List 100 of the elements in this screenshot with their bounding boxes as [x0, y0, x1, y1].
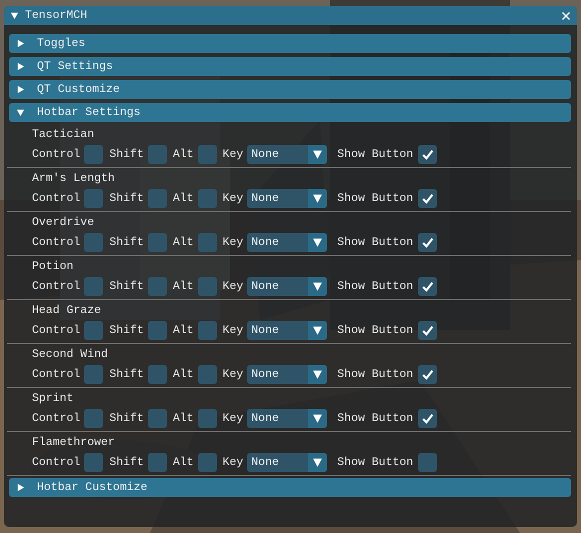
- checkmark-icon: [421, 368, 434, 381]
- checkbox[interactable]: [148, 365, 167, 384]
- checkbox[interactable]: [198, 321, 217, 340]
- modifier-label: Control: [32, 148, 80, 161]
- modifier-label: Shift: [109, 324, 144, 337]
- action-name: Overdrive: [32, 215, 96, 231]
- checkmark-icon: [421, 192, 434, 205]
- checkbox[interactable]: [148, 453, 167, 472]
- key-label: Key: [222, 148, 244, 161]
- modifier-label: Alt: [172, 324, 194, 337]
- collapsing-header[interactable]: QT Settings: [9, 57, 571, 76]
- collapsing-header[interactable]: QT Customize: [9, 80, 571, 99]
- checkbox[interactable]: [418, 233, 438, 252]
- checkbox[interactable]: [84, 189, 104, 208]
- collapsing-header[interactable]: Hotbar Settings: [9, 103, 571, 122]
- key-dropdown[interactable]: None: [247, 145, 328, 164]
- key-dropdown[interactable]: None: [247, 189, 328, 208]
- action-name: Potion: [32, 259, 74, 275]
- modifier-label: Alt: [172, 368, 194, 381]
- modifier-label: Shift: [109, 236, 144, 249]
- key-label: Key: [222, 192, 244, 205]
- key-dropdown[interactable]: None: [247, 321, 328, 340]
- checkbox[interactable]: [198, 453, 217, 472]
- checkbox[interactable]: [84, 453, 104, 472]
- action-name: Tactician: [32, 127, 96, 143]
- modifier-label: Shift: [109, 148, 144, 161]
- key-label: Key: [222, 280, 244, 293]
- checkmark-icon: [421, 280, 434, 293]
- checkbox[interactable]: [84, 233, 104, 252]
- key-dropdown[interactable]: None: [247, 453, 328, 472]
- checkbox[interactable]: [418, 365, 438, 384]
- collapsing-header[interactable]: Toggles: [9, 34, 571, 53]
- checkmark-icon: [421, 324, 434, 337]
- checkbox[interactable]: [198, 233, 217, 252]
- collapsing-header[interactable]: Hotbar Customize: [9, 478, 571, 497]
- key-dropdown[interactable]: None: [247, 409, 328, 428]
- key-label: Key: [222, 236, 244, 249]
- modifier-label: Control: [32, 192, 80, 205]
- checkbox[interactable]: [418, 189, 438, 208]
- modifier-label: Shift: [109, 192, 144, 205]
- down-arrow-icon: [16, 108, 25, 117]
- show-button-label: Show Button: [337, 280, 414, 293]
- modifier-label: Shift: [109, 456, 144, 469]
- right-arrow-icon: [16, 85, 25, 94]
- checkbox[interactable]: [198, 145, 217, 164]
- modifier-label: Alt: [172, 280, 194, 293]
- right-arrow-icon: [16, 39, 25, 48]
- key-dropdown[interactable]: None: [247, 365, 328, 384]
- checkmark-icon: [421, 412, 434, 425]
- modifier-label: Alt: [172, 412, 194, 425]
- dropdown-arrow-icon: [312, 237, 324, 248]
- show-button-label: Show Button: [337, 368, 414, 381]
- modifier-label: Alt: [172, 456, 194, 469]
- checkbox[interactable]: [198, 189, 217, 208]
- checkbox[interactable]: [198, 277, 217, 296]
- collapse-arrow-icon[interactable]: [10, 11, 19, 20]
- dropdown-arrow-icon: [312, 369, 324, 380]
- dropdown-arrow-icon: [312, 193, 324, 204]
- checkbox[interactable]: [198, 365, 217, 384]
- checkbox[interactable]: [418, 409, 438, 428]
- dropdown-arrow-icon: [312, 149, 324, 160]
- checkbox[interactable]: [418, 453, 438, 472]
- dropdown-arrow-icon: [312, 457, 324, 468]
- modifier-label: Alt: [172, 192, 194, 205]
- checkbox[interactable]: [148, 321, 167, 340]
- show-button-label: Show Button: [337, 192, 414, 205]
- modifier-label: Alt: [172, 236, 194, 249]
- show-button-label: Show Button: [337, 324, 414, 337]
- key-dropdown[interactable]: None: [247, 277, 328, 296]
- checkbox[interactable]: [84, 277, 104, 296]
- checkmark-icon: [421, 148, 434, 161]
- modifier-label: Shift: [109, 280, 144, 293]
- modifier-label: Alt: [172, 148, 194, 161]
- key-dropdown[interactable]: None: [247, 233, 328, 252]
- checkbox[interactable]: [418, 277, 438, 296]
- checkbox[interactable]: [148, 233, 167, 252]
- modifier-label: Control: [32, 412, 80, 425]
- checkbox[interactable]: [148, 277, 167, 296]
- right-arrow-icon: [16, 483, 25, 492]
- modifier-label: Control: [32, 456, 80, 469]
- action-name: Second Wind: [32, 347, 109, 363]
- checkbox[interactable]: [148, 145, 167, 164]
- checkbox[interactable]: [84, 365, 104, 384]
- checkbox[interactable]: [198, 409, 217, 428]
- checkbox[interactable]: [148, 409, 167, 428]
- checkbox[interactable]: [148, 189, 167, 208]
- show-button-label: Show Button: [337, 456, 414, 469]
- key-label: Key: [222, 456, 244, 469]
- checkbox[interactable]: [418, 321, 438, 340]
- close-icon[interactable]: [561, 10, 571, 20]
- action-name: Arm's Length: [32, 171, 116, 187]
- action-name: Flamethrower: [32, 435, 116, 451]
- action-name: Head Graze: [32, 303, 102, 319]
- dropdown-arrow-icon: [312, 325, 324, 336]
- checkbox[interactable]: [84, 145, 104, 164]
- checkbox[interactable]: [84, 409, 104, 428]
- checkbox[interactable]: [84, 321, 104, 340]
- dropdown-arrow-icon: [312, 281, 324, 292]
- checkbox[interactable]: [418, 145, 438, 164]
- right-arrow-icon: [16, 62, 25, 71]
